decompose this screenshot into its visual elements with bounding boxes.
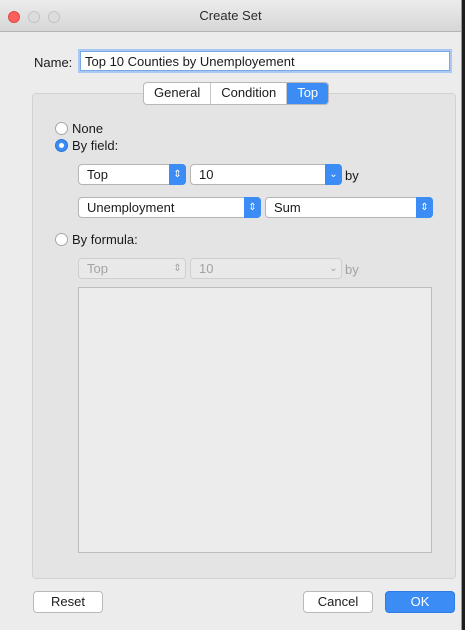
by-formula-direction-select[interactable]: Top ⇕: [78, 258, 186, 279]
formula-text-area[interactable]: [78, 287, 432, 553]
by-field-by-label: by: [345, 168, 359, 183]
by-formula-radio[interactable]: [55, 233, 68, 246]
field-select[interactable]: Unemployment ⇕: [78, 197, 261, 218]
by-field-option[interactable]: By field:: [55, 138, 118, 153]
tab-bar: General Condition Top: [143, 82, 330, 105]
updown-chevron-icon: ⇕: [416, 197, 433, 218]
by-field-label: By field:: [72, 138, 119, 153]
cancel-button[interactable]: Cancel: [303, 591, 373, 613]
updown-chevron-icon: ⇕: [173, 263, 182, 274]
tab-top[interactable]: Top: [287, 83, 329, 104]
by-field-radio[interactable]: [55, 139, 68, 152]
by-formula-option[interactable]: By formula:: [55, 232, 138, 247]
tab-condition[interactable]: Condition: [211, 83, 288, 104]
updown-chevron-icon: ⇕: [244, 197, 261, 218]
name-input[interactable]: Top 10 Counties by Unemployement: [80, 51, 450, 71]
reset-button[interactable]: Reset: [33, 591, 103, 613]
by-formula-count-combobox[interactable]: 10 ⌄: [190, 258, 342, 279]
aggregation-select[interactable]: Sum ⇕: [265, 197, 433, 218]
by-formula-count-value: 10: [199, 261, 214, 276]
chevron-down-icon: ⌄: [325, 164, 342, 185]
title-bar: Create Set: [0, 0, 461, 32]
create-set-dialog: Create Set Name: Top 10 Counties by Unem…: [0, 0, 462, 630]
tab-general[interactable]: General: [144, 83, 212, 104]
by-field-direction-select[interactable]: Top ⇕: [78, 164, 186, 185]
by-field-count-combobox[interactable]: 10 ⌄: [190, 164, 342, 185]
chevron-down-icon: ⌄: [329, 263, 338, 274]
field-select-value: Unemployment: [87, 200, 175, 215]
none-option[interactable]: None: [55, 121, 103, 136]
aggregation-select-value: Sum: [274, 200, 301, 215]
by-field-count-value: 10: [199, 167, 214, 182]
by-formula-by-label: by: [345, 262, 359, 277]
updown-chevron-icon: ⇕: [169, 164, 186, 185]
ok-button[interactable]: OK: [385, 591, 455, 613]
window-title: Create Set: [199, 8, 262, 23]
name-label: Name:: [34, 55, 73, 70]
by-formula-direction-value: Top: [87, 261, 108, 276]
by-field-direction-value: Top: [87, 167, 108, 182]
none-label: None: [72, 121, 104, 136]
none-radio[interactable]: [55, 122, 68, 135]
by-formula-label: By formula:: [72, 232, 138, 247]
